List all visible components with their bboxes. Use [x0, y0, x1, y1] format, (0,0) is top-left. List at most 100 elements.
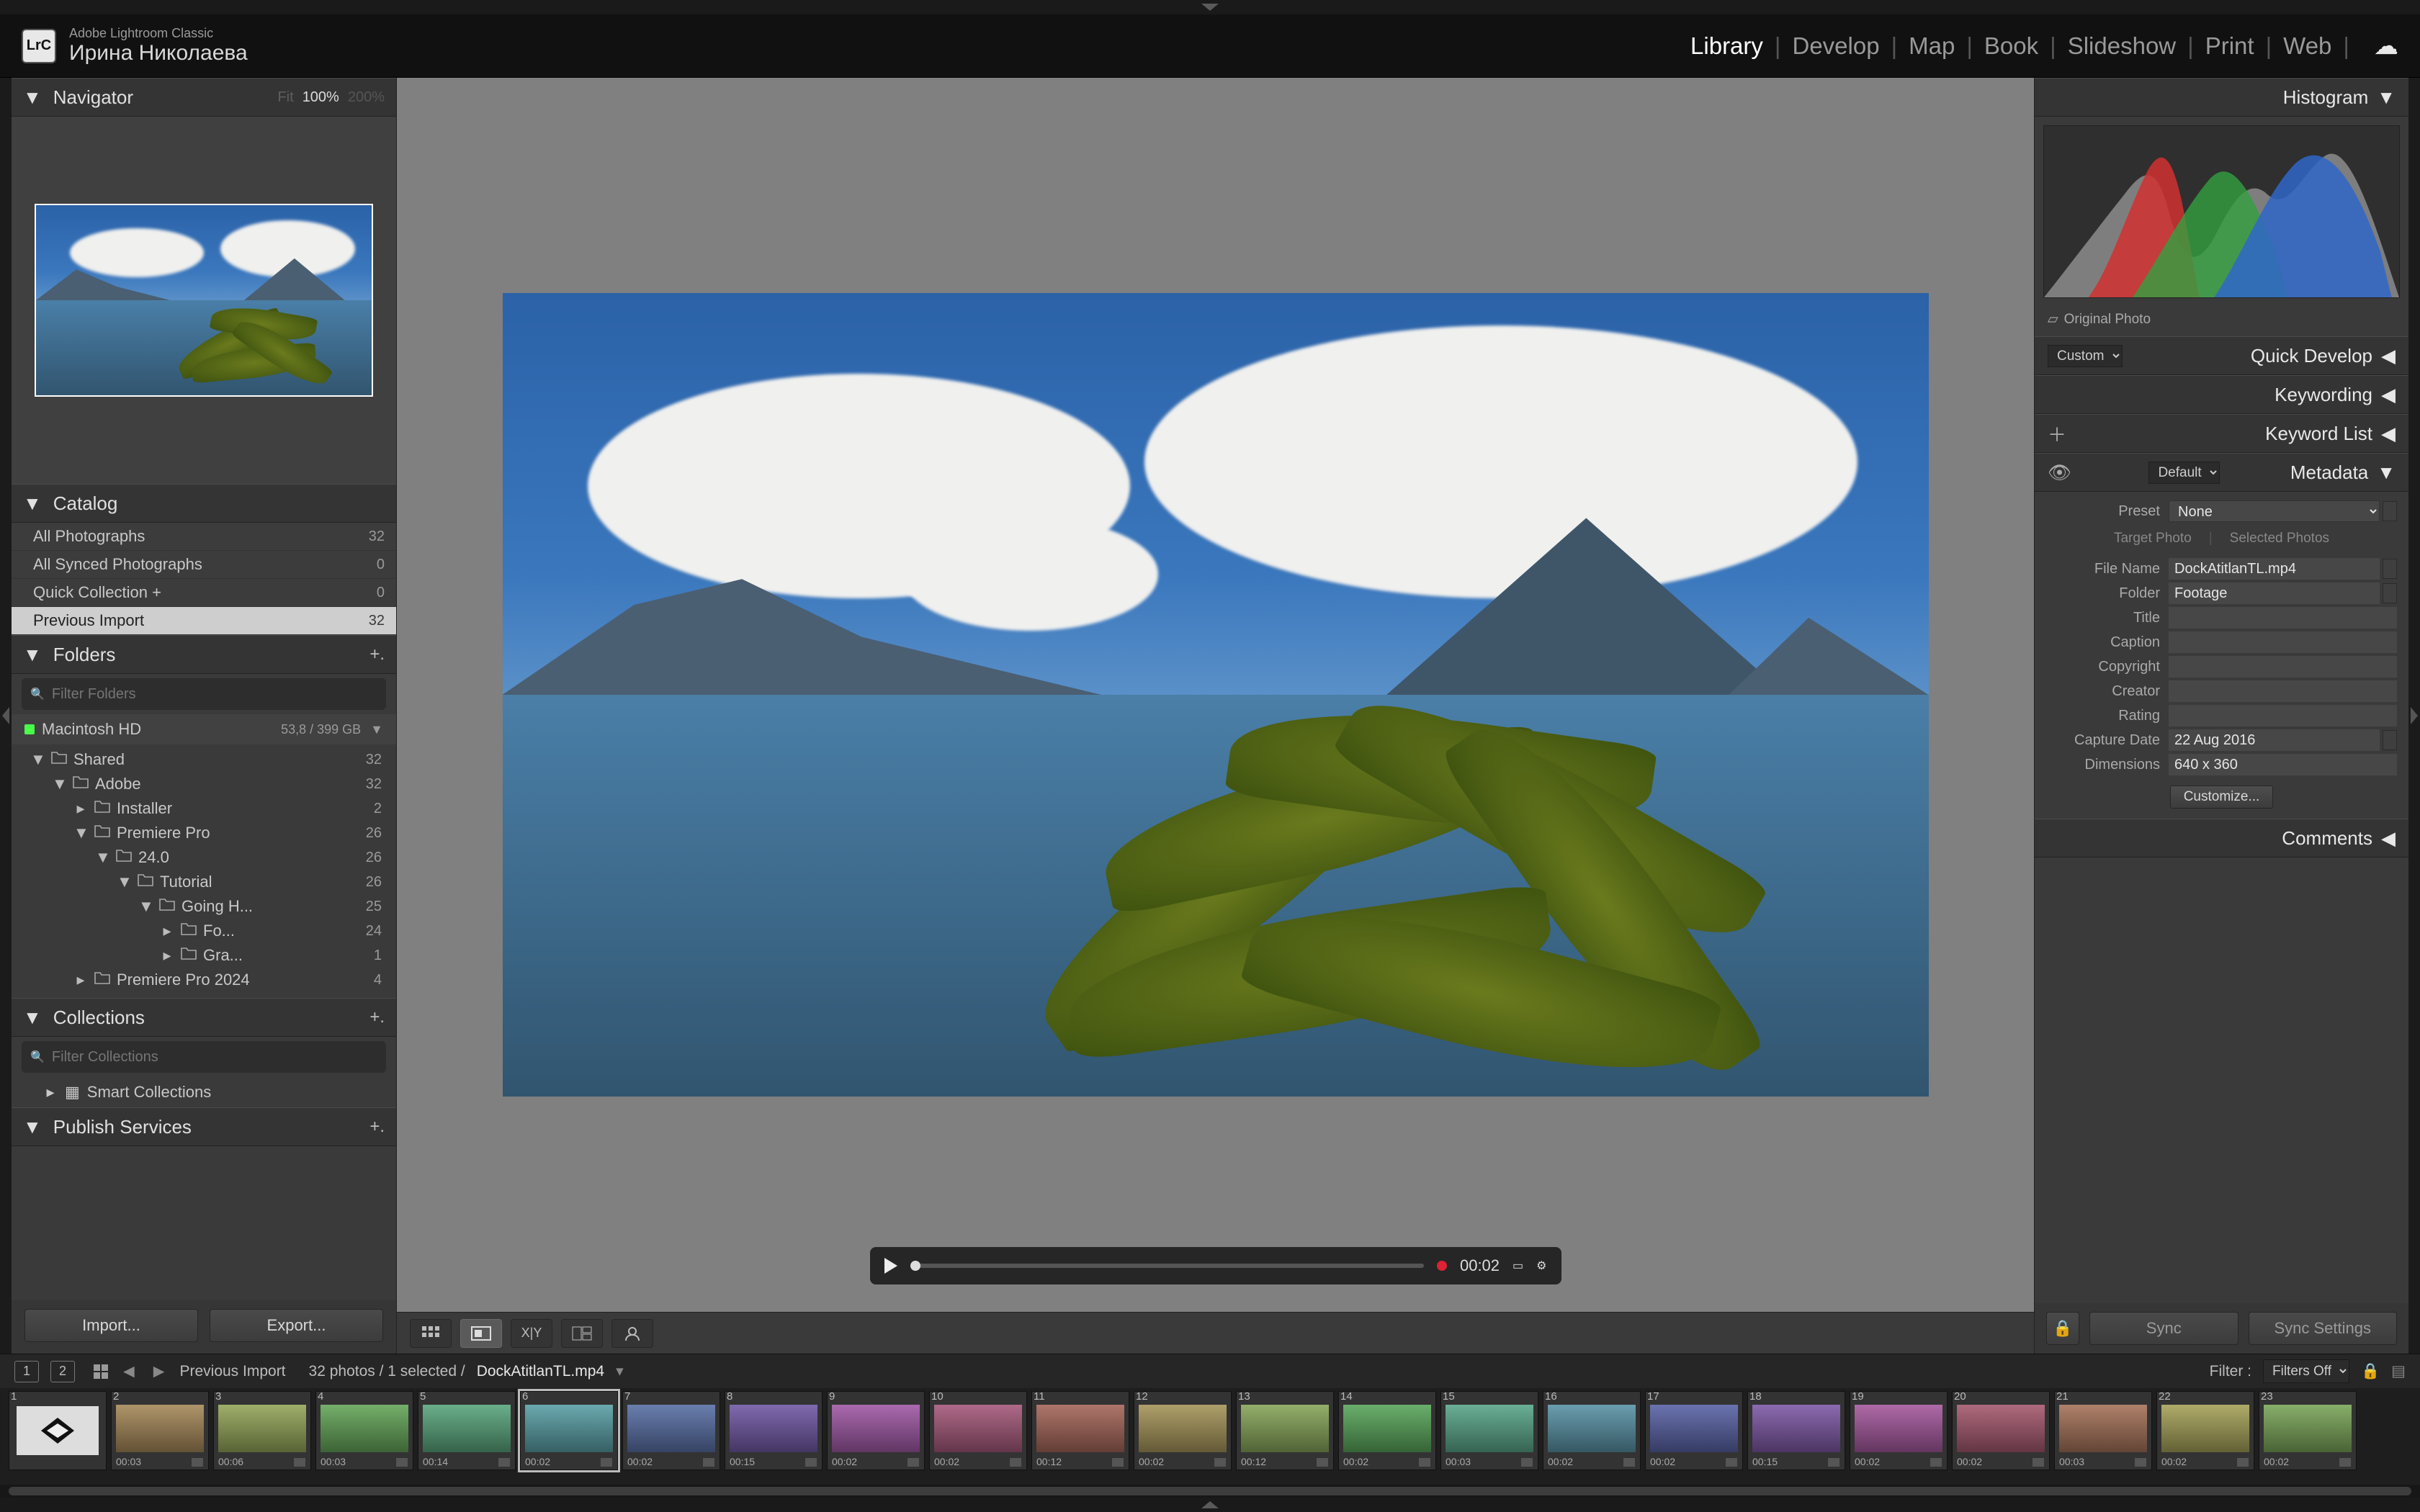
module-slideshow[interactable]: Slideshow: [2068, 32, 2176, 60]
folders-header[interactable]: ▼ Folders +.: [12, 635, 396, 674]
comments-header[interactable]: Comments ◀: [2035, 819, 2408, 858]
nav-zoom-100[interactable]: 100%: [302, 89, 339, 106]
filmstrip-thumb[interactable]: 2100:03: [2054, 1391, 2152, 1470]
video-scrubber[interactable]: [910, 1264, 1424, 1268]
loupe-preview[interactable]: 00:02 ▭ ⚙: [397, 78, 2034, 1312]
metadata-value[interactable]: [2169, 680, 2397, 702]
filter-lock-icon[interactable]: 🔒: [2361, 1363, 2380, 1380]
chevron-down-icon[interactable]: ▼: [95, 848, 109, 867]
filmstrip-thumb[interactable]: 700:02: [622, 1391, 720, 1470]
metadata-value[interactable]: 22 Aug 2016: [2169, 729, 2380, 751]
nav-zoom-fit[interactable]: Fit: [277, 89, 293, 106]
main-screen-button[interactable]: 1: [14, 1361, 39, 1382]
frame-grab-icon[interactable]: ▭: [1512, 1259, 1523, 1273]
chevron-right-icon[interactable]: ▸: [160, 946, 174, 965]
grid-shortcut-icon[interactable]: [94, 1364, 108, 1379]
publish-header[interactable]: ▼ Publish Services +.: [12, 1107, 396, 1146]
add-publish-icon[interactable]: +.: [369, 1117, 385, 1137]
folder-row[interactable]: ▸Fo...24: [12, 919, 396, 943]
nav-zoom-more[interactable]: 200%: [348, 89, 385, 106]
filmstrip-thumb[interactable]: 1500:03: [1440, 1391, 1538, 1470]
metadata-value[interactable]: Footage: [2169, 582, 2380, 604]
plus-icon[interactable]: ＋: [2048, 420, 2066, 447]
add-collection-icon[interactable]: +.: [369, 1007, 385, 1027]
filmstrip-thumb[interactable]: 800:15: [725, 1391, 823, 1470]
eye-icon[interactable]: 👁: [2048, 462, 2071, 484]
top-panel-handle[interactable]: [0, 0, 2420, 14]
metadata-value[interactable]: [2169, 631, 2397, 653]
import-button[interactable]: Import...: [24, 1309, 198, 1342]
folders-filter[interactable]: 🔍: [22, 678, 386, 710]
folders-filter-input[interactable]: [52, 686, 377, 703]
metadata-value[interactable]: DockAtitlanTL.mp4: [2169, 558, 2380, 580]
catalog-row[interactable]: All Photographs32: [12, 523, 396, 551]
metadata-value[interactable]: [2169, 607, 2397, 629]
left-panel-handle[interactable]: [0, 78, 12, 1354]
filmstrip-thumb[interactable]: 1600:02: [1543, 1391, 1641, 1470]
metadata-value[interactable]: 640 x 360: [2169, 754, 2397, 775]
metadata-target-tab[interactable]: Target Photo: [2114, 531, 2192, 546]
preset-menu-icon[interactable]: [2383, 501, 2397, 521]
chevron-down-icon[interactable]: ▼: [370, 722, 383, 737]
filmstrip-scrollbar[interactable]: [0, 1485, 2420, 1498]
chevron-down-icon[interactable]: ▼: [52, 775, 66, 793]
filmstrip[interactable]: 1200:03300:06400:03500:14600:02700:02800…: [0, 1388, 2420, 1485]
metadata-selected-tab[interactable]: Selected Photos: [2230, 531, 2329, 546]
filmstrip-thumb[interactable]: 1000:02: [929, 1391, 1027, 1470]
filmstrip-thumb[interactable]: 2000:02: [1952, 1391, 2050, 1470]
filmstrip-source[interactable]: Previous Import: [179, 1363, 285, 1380]
filmstrip-thumb[interactable]: 1400:02: [1338, 1391, 1436, 1470]
catalog-row[interactable]: Previous Import32: [12, 607, 396, 635]
collections-filter-input[interactable]: [52, 1049, 377, 1066]
module-print[interactable]: Print: [2205, 32, 2254, 60]
nav-back-button[interactable]: ◄: [120, 1360, 138, 1382]
filmstrip-thumb[interactable]: 1700:02: [1645, 1391, 1743, 1470]
play-button[interactable]: [884, 1258, 897, 1274]
filmstrip-thumb[interactable]: 1200:02: [1134, 1391, 1232, 1470]
chevron-down-icon[interactable]: ▼: [117, 873, 131, 891]
filmstrip-source-menu-icon[interactable]: ▾: [616, 1362, 624, 1380]
filmstrip-thumb[interactable]: 200:03: [111, 1391, 209, 1470]
metadata-preset-select[interactable]: None: [2169, 500, 2380, 522]
quick-develop-header[interactable]: Custom Quick Develop ◀: [2035, 336, 2408, 375]
chevron-down-icon[interactable]: ▼: [30, 750, 45, 769]
right-panel-handle[interactable]: [2408, 78, 2420, 1354]
folder-row[interactable]: ▸Installer2: [12, 796, 396, 821]
chevron-right-icon[interactable]: ▸: [73, 971, 88, 989]
metadata-action-icon[interactable]: [2383, 583, 2397, 603]
module-map[interactable]: Map: [1909, 32, 1955, 60]
filmstrip-thumb[interactable]: 1800:15: [1747, 1391, 1845, 1470]
nav-forward-button[interactable]: ►: [150, 1360, 169, 1382]
metadata-value[interactable]: [2169, 656, 2397, 678]
export-button[interactable]: Export...: [210, 1309, 383, 1342]
filmstrip-thumb[interactable]: 400:03: [315, 1391, 413, 1470]
module-library[interactable]: Library: [1690, 32, 1763, 60]
metadata-header[interactable]: 👁 Default Metadata ▼: [2035, 453, 2408, 492]
metadata-value[interactable]: [2169, 705, 2397, 726]
bottom-panel-handle[interactable]: [0, 1498, 2420, 1512]
folder-row[interactable]: ▼Premiere Pro26: [12, 821, 396, 845]
metadata-action-icon[interactable]: [2383, 559, 2397, 579]
catalog-row[interactable]: All Synced Photographs0: [12, 551, 396, 579]
catalog-row[interactable]: Quick Collection +0: [12, 579, 396, 607]
survey-view-button[interactable]: [561, 1319, 603, 1348]
chevron-right-icon[interactable]: ▸: [160, 922, 174, 940]
collections-header[interactable]: ▼ Collections +.: [12, 998, 396, 1037]
cloud-sync-icon[interactable]: ☁: [2374, 32, 2398, 60]
metadata-customize-button[interactable]: Customize...: [2170, 786, 2274, 809]
grid-view-button[interactable]: [410, 1319, 452, 1348]
filmstrip-thumb[interactable]: 900:02: [827, 1391, 925, 1470]
module-web[interactable]: Web: [2283, 32, 2331, 60]
module-develop[interactable]: Develop: [1792, 32, 1879, 60]
keywording-header[interactable]: Keywording ◀: [2035, 375, 2408, 414]
folder-row[interactable]: ▸Premiere Pro 20244: [12, 968, 396, 992]
filmstrip-filename[interactable]: DockAtitlanTL.mp4: [477, 1363, 604, 1380]
loupe-view-button[interactable]: [460, 1319, 502, 1348]
filter-select[interactable]: Filters Off: [2263, 1359, 2349, 1383]
chevron-down-icon[interactable]: ▼: [138, 897, 153, 916]
metadata-view-select[interactable]: Default: [2148, 462, 2220, 484]
filmstrip-thumb[interactable]: 1900:02: [1850, 1391, 1948, 1470]
filmstrip-thumb[interactable]: 1300:12: [1236, 1391, 1334, 1470]
folder-row[interactable]: ▸Gra...1: [12, 943, 396, 968]
keyword-list-header[interactable]: ＋ Keyword List ◀: [2035, 414, 2408, 453]
